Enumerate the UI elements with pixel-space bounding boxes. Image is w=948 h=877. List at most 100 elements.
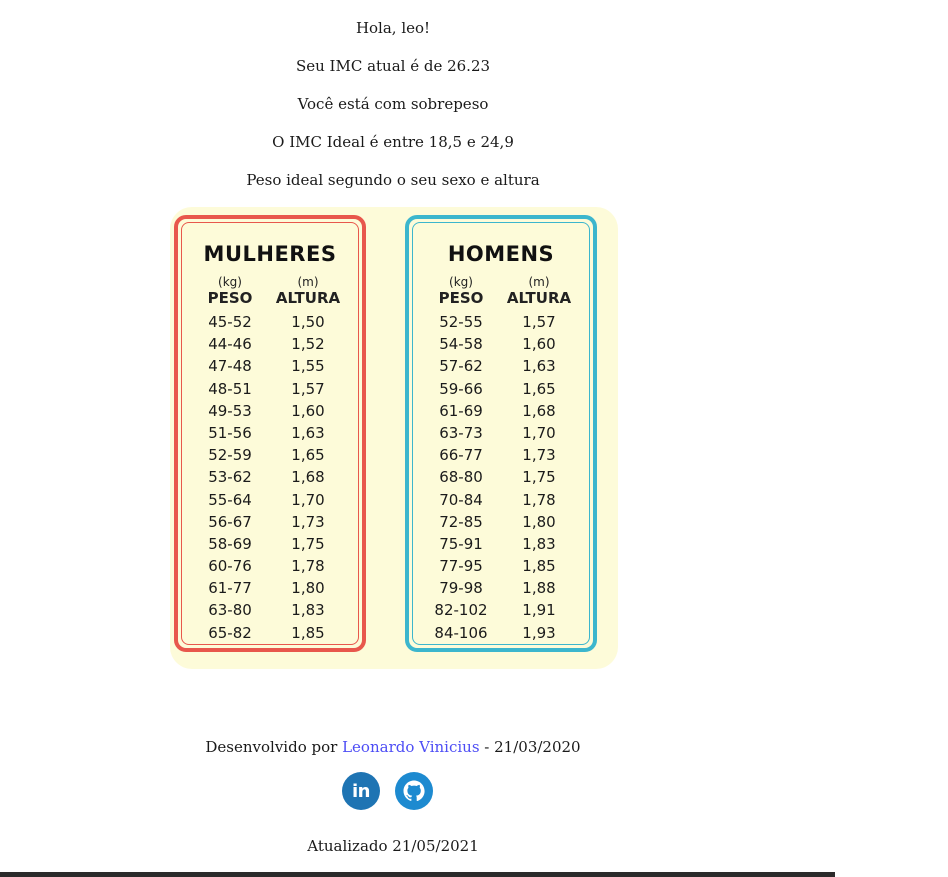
height-cell: 1,83	[291, 601, 325, 620]
height-cell: 1,65	[522, 379, 556, 398]
women-table: MULHERES (kg) (m) PESO ALTURA 45-52 1,50 4…	[174, 215, 366, 652]
table-row: 45-52 1,50	[178, 311, 362, 333]
men-title: HOMENS	[447, 242, 555, 266]
height-cell: 1,60	[522, 335, 556, 354]
weight-cell: 59-66	[439, 379, 483, 398]
women-height-unit: (m)	[297, 275, 319, 289]
height-cell: 1,55	[291, 357, 325, 376]
weight-cell: 55-64	[208, 490, 252, 509]
height-cell: 1,68	[291, 468, 325, 487]
table-row: 58-69 1,75	[178, 533, 362, 555]
men-rows: 52-55 1,57 54-58 1,60 57-62 1,63 59-66 1,65 61-6…	[409, 311, 593, 644]
table-row: 68-80 1,75	[409, 466, 593, 488]
weight-cell: 75-91	[439, 534, 483, 553]
github-octocat-icon	[403, 780, 425, 802]
social-links: in	[342, 772, 437, 814]
table-row: 70-84 1,78	[409, 489, 593, 511]
table-row: 56-67 1,73	[178, 511, 362, 533]
table-row: 77-95 1,85	[409, 555, 593, 577]
weight-cell: 48-51	[208, 379, 252, 398]
weight-cell: 79-98	[439, 579, 483, 598]
horizontal-scrollbar[interactable]	[0, 872, 835, 877]
height-cell: 1,57	[522, 313, 556, 331]
height-cell: 1,57	[291, 379, 325, 398]
table-row: 51-56 1,63	[178, 422, 362, 444]
height-cell: 1,83	[522, 534, 556, 553]
table-row: 60-76 1,78	[178, 555, 362, 577]
women-height-header: ALTURA	[275, 289, 341, 307]
table-row: 44-46 1,52	[178, 333, 362, 355]
table-row: 55-64 1,70	[178, 489, 362, 511]
weight-cell: 49-53	[208, 401, 252, 420]
height-cell: 1,75	[522, 468, 556, 487]
greeting-text: Hola, leo!	[355, 19, 431, 37]
github-icon[interactable]	[395, 772, 433, 810]
women-weight-header: PESO	[207, 289, 253, 307]
weight-cell: 52-55	[439, 313, 483, 331]
height-cell: 1,60	[291, 401, 325, 420]
height-cell: 1,93	[522, 623, 556, 642]
weight-cell: 45-52	[208, 313, 252, 331]
height-cell: 1,65	[291, 446, 325, 465]
weight-cell: 51-56	[208, 423, 252, 442]
table-row: 61-77 1,80	[178, 577, 362, 599]
men-weight-header: PESO	[438, 289, 484, 307]
women-title: MULHERES	[203, 242, 337, 266]
updated-date-text: Atualizado 21/05/2021	[307, 837, 479, 855]
height-cell: 1,63	[522, 357, 556, 376]
table-row: 72-85 1,80	[409, 511, 593, 533]
ideal-weight-chart-image: MULHERES (kg) (m) PESO ALTURA 45-52 1,50 4…	[170, 207, 618, 669]
weight-cell: 82-102	[434, 601, 488, 620]
table-row: 75-91 1,83	[409, 533, 593, 555]
weight-cell: 65-82	[208, 623, 252, 642]
men-table: HOMENS (kg) (m) PESO ALTURA 52-55 1,57 54-…	[405, 215, 597, 652]
table-row: 59-66 1,65	[409, 378, 593, 400]
linkedin-icon[interactable]: in	[342, 772, 380, 810]
men-height-header: ALTURA	[506, 289, 572, 307]
ideal-imc-range-text: O IMC Ideal é entre 18,5 e 24,9	[272, 133, 514, 151]
men-weight-unit: (kg)	[449, 275, 473, 289]
developed-date: - 21/03/2020	[479, 738, 581, 756]
women-weight-unit: (kg)	[218, 275, 242, 289]
men-height-unit: (m)	[528, 275, 550, 289]
weight-cell: 77-95	[439, 557, 483, 576]
weight-cell: 61-69	[439, 401, 483, 420]
imc-result-text: Seu IMC atual é de 26.23	[295, 57, 491, 75]
table-row: 66-77 1,73	[409, 444, 593, 466]
height-cell: 1,80	[522, 512, 556, 531]
developed-by-label: Desenvolvido por	[205, 738, 338, 756]
height-cell: 1,52	[291, 335, 325, 354]
weight-cell: 56-67	[208, 512, 252, 531]
table-row: 57-62 1,63	[409, 355, 593, 377]
ideal-weight-heading: Peso ideal segundo o seu sexo e altura	[246, 171, 540, 189]
weight-status-text: Você está com sobrepeso	[297, 95, 489, 113]
table-row: 63-73 1,70	[409, 422, 593, 444]
height-cell: 1,70	[291, 490, 325, 509]
table-row: 52-59 1,65	[178, 444, 362, 466]
weight-cell: 53-62	[208, 468, 252, 487]
height-cell: 1,70	[522, 423, 556, 442]
height-cell: 1,73	[522, 446, 556, 465]
height-cell: 1,73	[291, 512, 325, 531]
weight-cell: 72-85	[439, 512, 483, 531]
table-row: 47-48 1,55	[178, 355, 362, 377]
height-cell: 1,85	[522, 557, 556, 576]
table-row: 53-62 1,68	[178, 466, 362, 488]
table-row: 63-80 1,83	[178, 599, 362, 621]
linkedin-icon-label: in	[352, 780, 370, 802]
weight-cell: 61-77	[208, 579, 252, 598]
weight-cell: 58-69	[208, 534, 252, 553]
height-cell: 1,75	[291, 534, 325, 553]
weight-cell: 63-80	[208, 601, 252, 620]
weight-cell: 68-80	[439, 468, 483, 487]
table-row: 82-102 1,91	[409, 599, 593, 621]
table-row: 79-98 1,88	[409, 577, 593, 599]
weight-cell: 52-59	[208, 446, 252, 465]
author-link[interactable]: Leonardo Vinicius	[342, 738, 479, 756]
weight-cell: 84-106	[434, 623, 488, 642]
height-cell: 1,68	[522, 401, 556, 420]
weight-cell: 57-62	[439, 357, 483, 376]
height-cell: 1,85	[291, 623, 325, 642]
height-cell: 1,88	[522, 579, 556, 598]
weight-cell: 47-48	[208, 357, 252, 376]
